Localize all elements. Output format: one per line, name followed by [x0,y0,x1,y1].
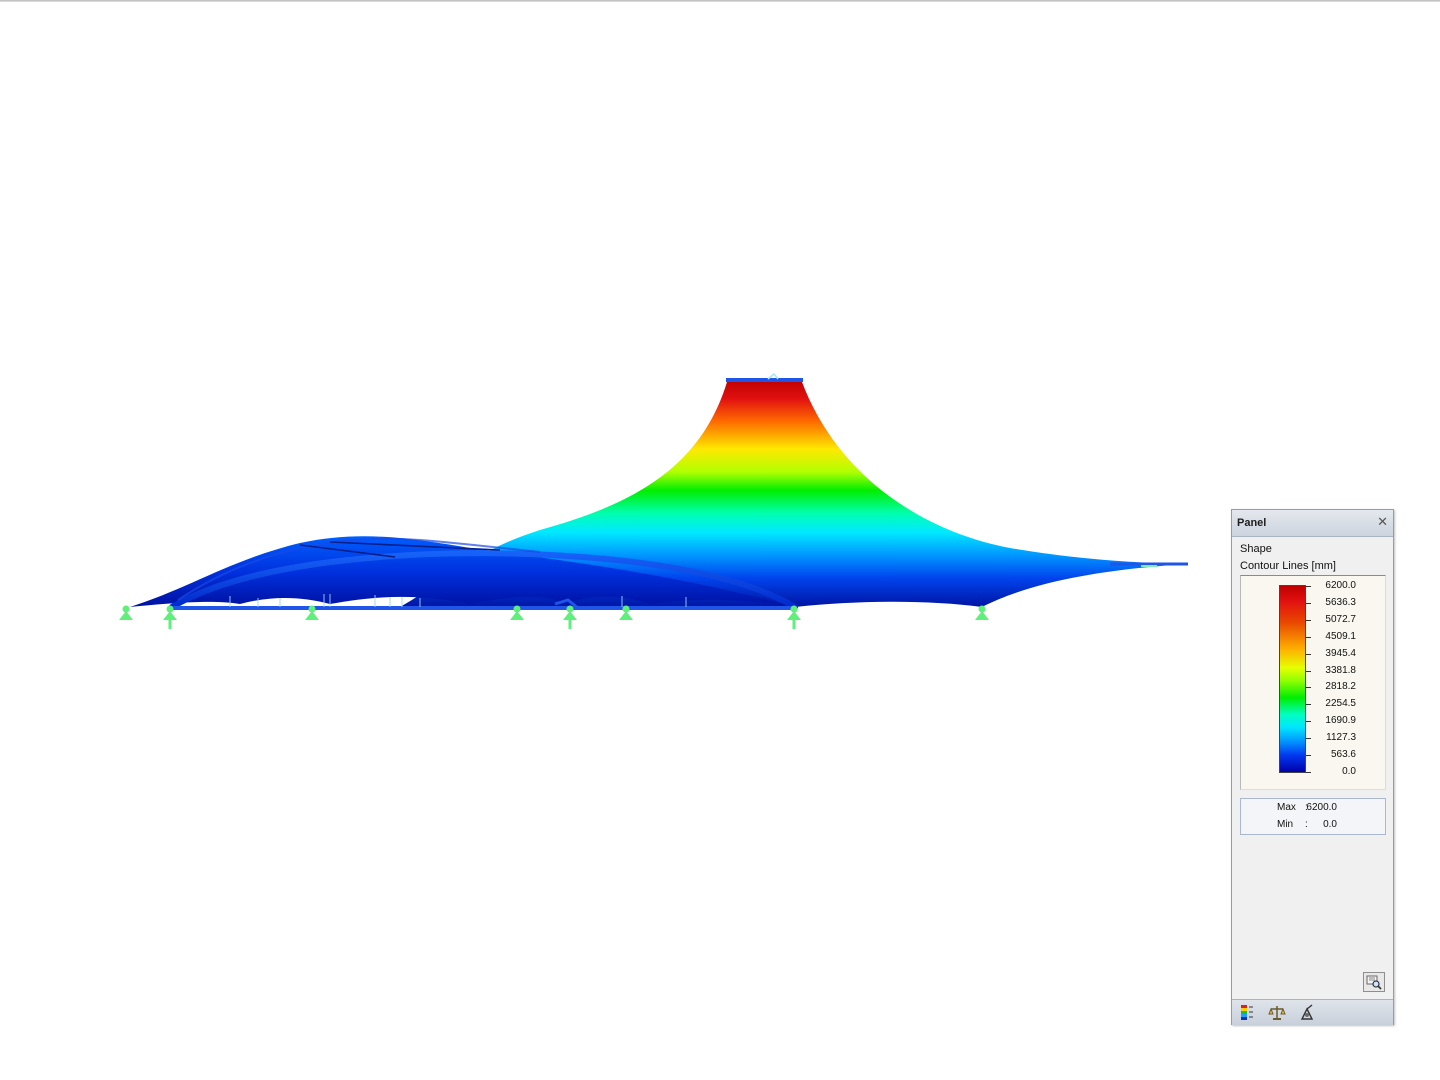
shape-label: Shape [1240,543,1272,555]
support-hinge-icon[interactable] [119,605,133,621]
legend-tick [1306,704,1311,706]
contour-lines-label: Contour Lines [mm] [1240,560,1336,572]
color-scale-icon[interactable] [1238,1004,1256,1021]
legend-value: 0.0 [1342,766,1356,777]
legend-tick [1306,653,1311,655]
legend-value: 5072.7 [1325,613,1356,625]
zoom-legend-icon [1366,975,1382,990]
color-scale-bar [1279,585,1306,773]
legend-value: 1690.9 [1325,715,1356,727]
panel-title: Panel [1237,517,1267,529]
min-value: 0.0 [1323,819,1337,830]
legend-value: 2818.2 [1325,681,1356,693]
legend-value: 1127.3 [1326,732,1356,744]
legend-value: 4509.1 [1325,630,1356,642]
balance-scale-icon[interactable] [1268,1004,1286,1021]
view-settings-icon[interactable] [1298,1004,1316,1021]
legend-tick [1306,721,1311,723]
max-label: Max [1277,802,1296,813]
legend-value: 6200.0 [1325,580,1356,591]
legend-ticks: 6200.0 5636.3 5072.7 4509.1 3945.4 3381.8 2818… [1306,576,1386,786]
legend-tick [1306,687,1311,689]
legend-tick [1306,619,1311,621]
extremes-summary: Max : 6200.0 Min : 0.0 [1240,798,1386,835]
panel-toolbar [1232,999,1393,1025]
model-viewport[interactable] [0,0,1440,1080]
min-colon: : [1305,819,1308,830]
color-legend[interactable]: 6200.0 5636.3 5072.7 4509.1 3945.4 3381.8 2818… [1240,575,1386,790]
panel-titlebar[interactable]: Panel ✕ [1232,510,1393,537]
close-icon[interactable]: ✕ [1377,514,1388,530]
legend-value: 5636.3 [1325,596,1356,608]
legend-tick [1306,670,1311,672]
legend-tick [1306,772,1311,773]
max-value: 6200.0 [1306,802,1337,813]
legend-value: 563.6 [1330,749,1356,761]
legend-value: 3381.8 [1325,664,1356,676]
max-row: Max : 6200.0 [1241,802,1385,816]
min-row: Min : 0.0 [1241,819,1385,833]
legend-tick [1306,738,1311,740]
legend-value: 2254.5 [1325,698,1356,710]
support-hinge-icon[interactable] [975,605,989,621]
results-panel[interactable]: Panel ✕ Shape Contour Lines [mm] 6200.0 5… [1231,509,1394,1025]
legend-tick [1306,586,1311,587]
legend-tick [1306,755,1311,757]
zoom-legend-button[interactable] [1363,972,1385,992]
min-label: Min [1277,819,1294,830]
legend-tick [1306,602,1311,604]
legend-value: 3945.4 [1325,647,1356,659]
legend-tick [1306,636,1311,638]
